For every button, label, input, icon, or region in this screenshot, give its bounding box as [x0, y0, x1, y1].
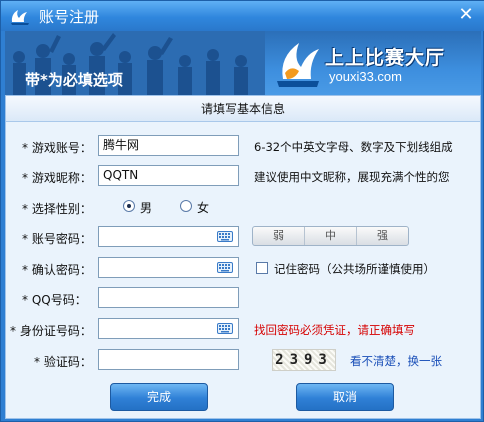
- confirm-label: * 确认密码：: [22, 263, 92, 277]
- form-panel: 请填写基本信息 * 游戏账号： 腾牛网 6-32个中英文字母、数字及下划线组成 …: [5, 95, 481, 419]
- gender-label: * 选择性别：: [22, 202, 92, 216]
- close-button[interactable]: ✕: [457, 6, 475, 24]
- gender-male-radio[interactable]: [123, 200, 135, 212]
- qq-label: * QQ号码：: [22, 293, 87, 307]
- captcha-label: * 验证码：: [34, 355, 92, 369]
- gender-female-radio[interactable]: [180, 200, 192, 212]
- banner: 带*为必填选项 上上比赛大厅 youxi33.com: [5, 31, 481, 95]
- captcha-input[interactable]: [98, 349, 239, 370]
- keyboard-icon[interactable]: [217, 323, 233, 334]
- gender-female-label[interactable]: 女: [197, 199, 209, 216]
- gender-male-label[interactable]: 男: [140, 199, 152, 216]
- qq-input[interactable]: [98, 287, 239, 308]
- submit-button[interactable]: 完成: [110, 383, 208, 411]
- password-label: * 账号密码：: [22, 232, 92, 246]
- required-note: 带*为必填选项: [25, 71, 123, 89]
- remember-password-checkbox[interactable]: [256, 262, 268, 274]
- idcard-hint: 找回密码必须凭证，请正确填写: [254, 323, 415, 337]
- keyboard-icon[interactable]: [217, 262, 233, 273]
- captcha-image[interactable]: 2393: [272, 349, 336, 371]
- nickname-input[interactable]: QQTN: [98, 165, 239, 186]
- app-logo-icon: [11, 10, 29, 25]
- register-window: 账号注册 ✕ 带*为必填选项 上上比赛大厅 youxi33.com 请填写基本信…: [0, 0, 484, 422]
- brand-mark-icon: [277, 43, 319, 87]
- brand-url: youxi33.com: [329, 69, 402, 84]
- strength-strong: 强: [377, 229, 388, 242]
- keyboard-icon[interactable]: [217, 231, 233, 242]
- password-strength-meter: 弱 中 强: [252, 226, 409, 246]
- window-title: 账号注册: [39, 8, 100, 26]
- captcha-refresh-link[interactable]: 看不清楚，换一张: [350, 353, 442, 369]
- title-bar: 账号注册 ✕: [1, 1, 484, 31]
- strength-medium: 中: [305, 227, 357, 245]
- idcard-label: * 身份证号码：: [10, 324, 92, 338]
- brand-name: 上上比赛大厅: [325, 47, 446, 69]
- nickname-label: * 游戏昵称：: [22, 171, 92, 185]
- cancel-button[interactable]: 取消: [296, 383, 394, 411]
- account-hint: 6-32个中英文字母、数字及下划线组成: [254, 140, 453, 154]
- remember-password-label[interactable]: 记住密码（公共场所谨慎使用）: [274, 261, 435, 277]
- brand-logo: 上上比赛大厅 youxi33.com: [273, 35, 473, 91]
- nickname-hint: 建议使用中文昵称，展现充满个性的您: [254, 170, 450, 184]
- account-input[interactable]: 腾牛网: [98, 135, 239, 156]
- strength-weak: 弱: [253, 227, 305, 245]
- section-title: 请填写基本信息: [6, 96, 480, 122]
- account-label: * 游戏账号：: [22, 141, 92, 155]
